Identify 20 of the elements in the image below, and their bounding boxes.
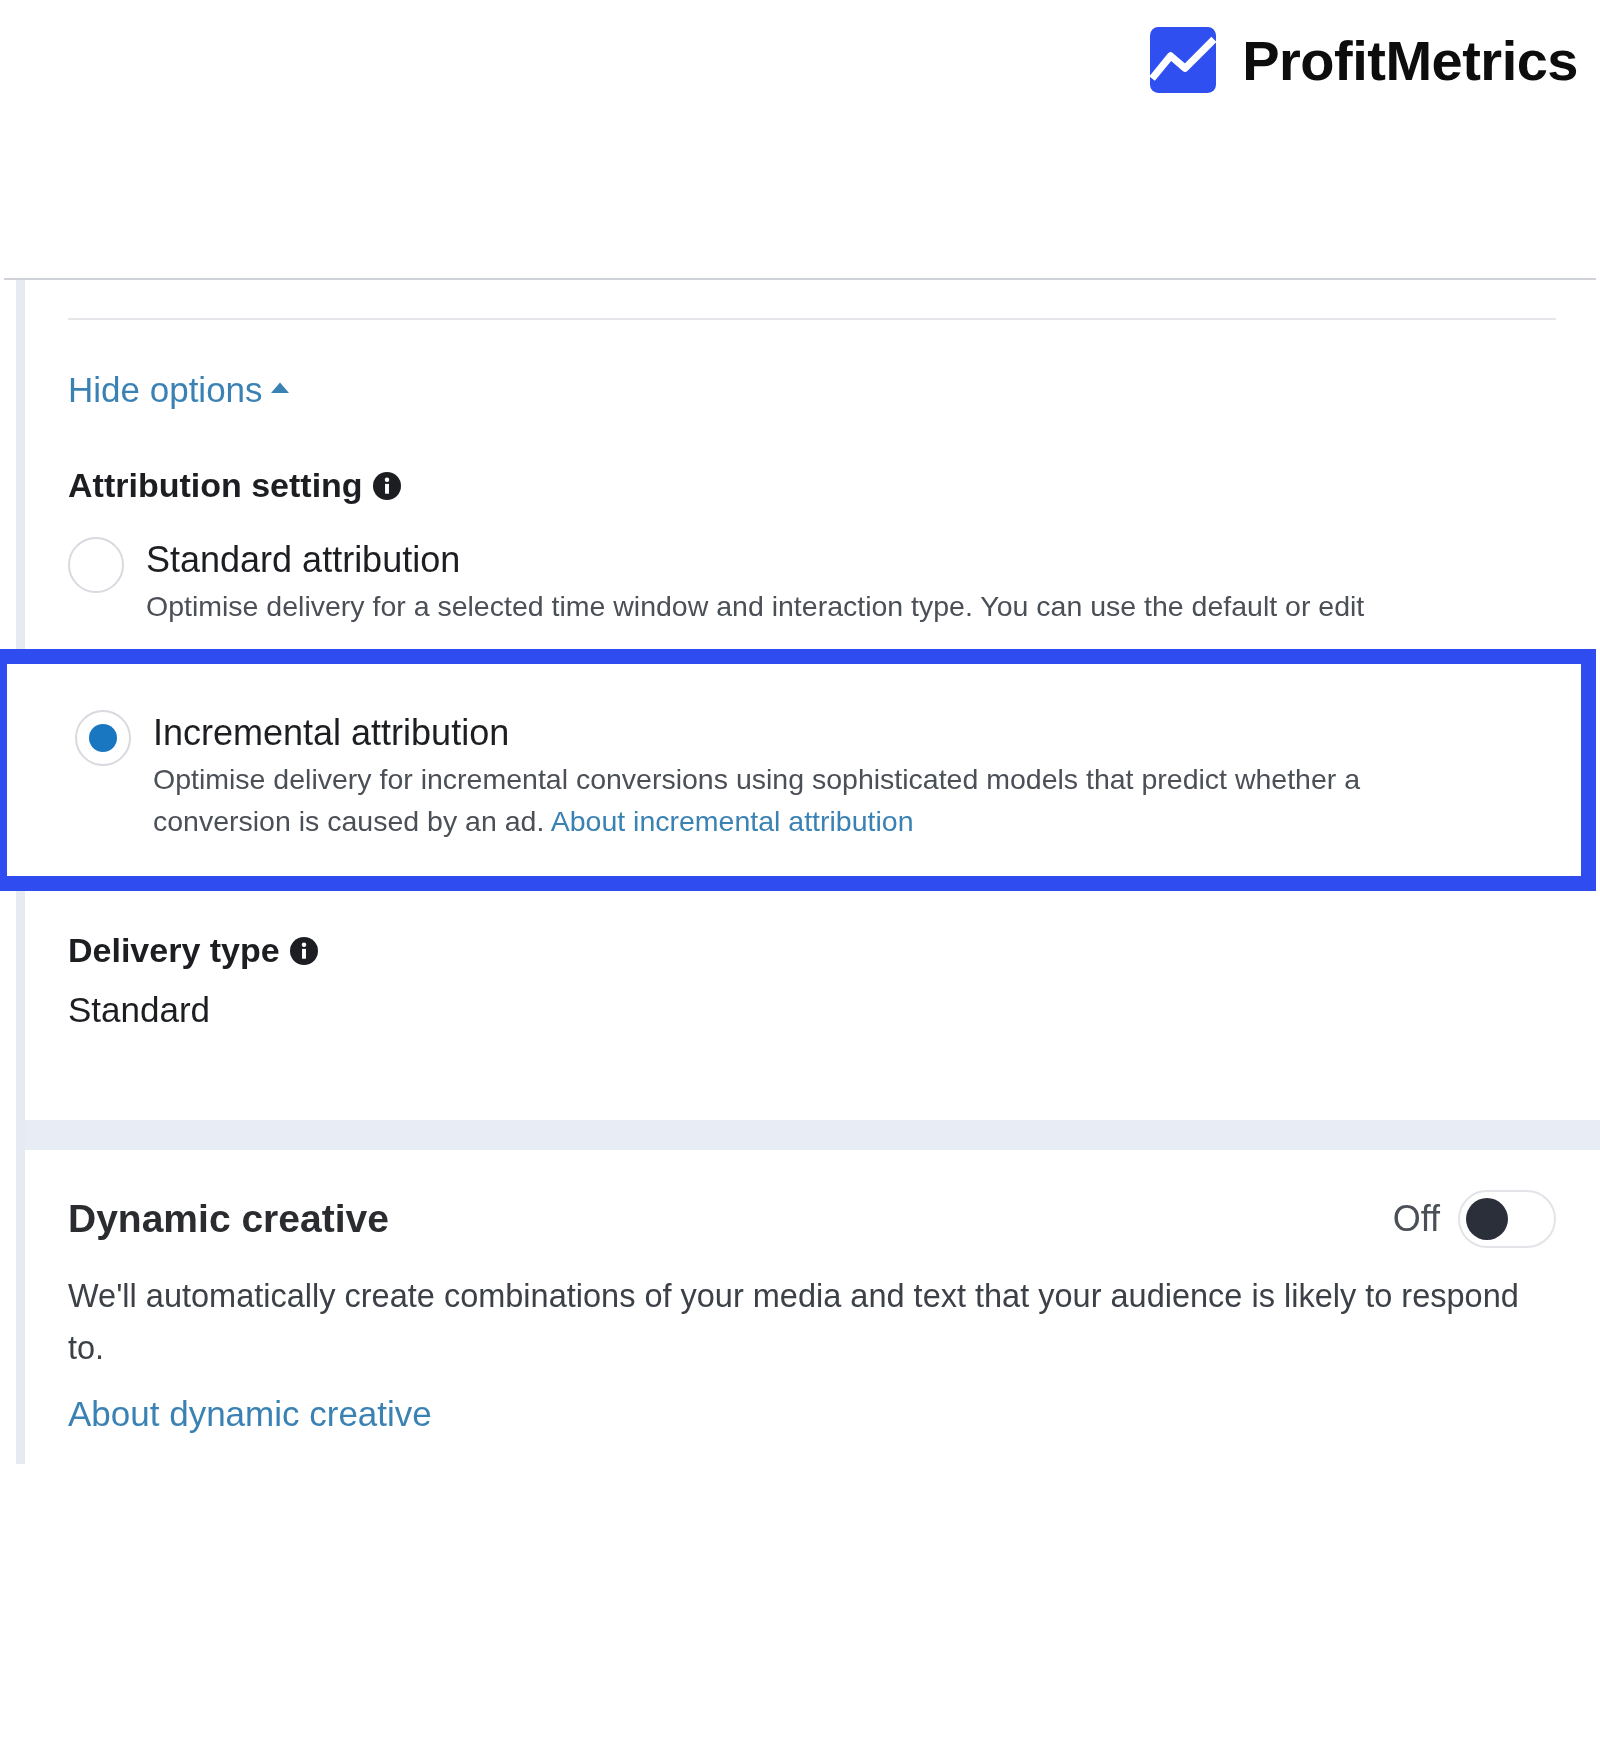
option-label: Standard attribution bbox=[146, 538, 462, 582]
section-title: Delivery type bbox=[68, 931, 280, 970]
section-heading: Dynamic creative bbox=[68, 1197, 390, 1241]
option-description: Optimise delivery for a selected time window and interaction type. You can use the default or edit bbox=[146, 589, 1366, 624]
radio-button[interactable] bbox=[68, 537, 124, 593]
about-link[interactable]: About incremental attribution bbox=[550, 805, 914, 837]
about-link[interactable]: About dynamic creative bbox=[68, 1394, 432, 1434]
option-label: Incremental attribution bbox=[153, 711, 511, 755]
description: We'll automatically create combinations of your media and text that your audience is likely to respond to. bbox=[68, 1277, 1520, 1368]
logo-icon bbox=[1150, 27, 1217, 93]
delivery-value: Standard bbox=[68, 990, 212, 1030]
caret-icon bbox=[270, 381, 289, 393]
info-icon bbox=[372, 471, 401, 500]
toggle-label: Off bbox=[1392, 1198, 1440, 1240]
hide-options-link[interactable]: Hide options bbox=[68, 370, 289, 410]
radio-button[interactable] bbox=[75, 710, 131, 766]
section-title: Attribution setting bbox=[68, 466, 363, 505]
info-icon bbox=[289, 936, 318, 965]
option-description: Optimise delivery for incremental conversions using sophisticated models that predict whether a conversion is caused by an ad. About incremental attribution bbox=[153, 762, 1362, 839]
logo-text: ProfitMetrics bbox=[1242, 27, 1578, 93]
